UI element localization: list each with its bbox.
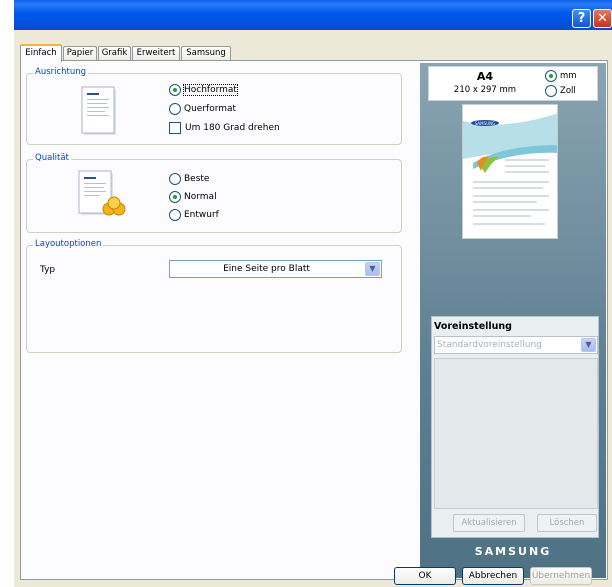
quality-best-radio[interactable]: Beste: [169, 173, 209, 185]
unit-mm-label: mm: [560, 71, 577, 81]
title-bar[interactable]: ? ✕: [14, 0, 612, 30]
preview-pane: A4 210 x 297 mm mm Zoll SAMSUNG Voreinst…: [420, 63, 606, 578]
tab-samsung[interactable]: Samsung: [181, 46, 231, 61]
presets-list[interactable]: [434, 358, 598, 509]
layout-type-value: Eine Seite pro Blatt: [223, 264, 310, 274]
quality-draft-label: Entwurf: [184, 210, 219, 220]
tab-grafik[interactable]: Grafik: [98, 46, 131, 61]
tab-panel-einfach: Ausrichtung Hochformat Querformat Um 180…: [20, 60, 608, 580]
radio-unselected-icon: [169, 103, 181, 115]
quality-page-icon: [78, 170, 126, 216]
presets-update-button[interactable]: Aktualisieren: [453, 514, 525, 532]
quality-best-label: Beste: [184, 174, 210, 184]
layout-options-group: Layoutoptionen Typ Eine Seite pro Blatt …: [26, 239, 402, 353]
quality-draft-radio[interactable]: Entwurf: [169, 209, 219, 221]
rotate-180-checkbox[interactable]: Um 180 Grad drehen: [169, 122, 280, 134]
preview-page-graphic: SAMSUNG: [463, 113, 557, 225]
preview-logo: SAMSUNG: [475, 121, 495, 126]
portrait-label: Hochformat: [183, 84, 238, 96]
radio-unselected-icon: [169, 209, 181, 221]
quality-normal-label: Normal: [184, 192, 217, 202]
checkbox-icon: [169, 122, 181, 134]
layout-type-select[interactable]: Eine Seite pro Blatt ▼: [169, 260, 382, 278]
paper-name: A4: [476, 70, 494, 83]
presets-group: Voreinstellung Standardvoreinstellung ▼ …: [431, 316, 599, 538]
print-settings-dialog: ? ✕ Einfach Papier Grafik Erweitert Sams…: [14, 0, 612, 587]
landscape-radio[interactable]: Querformat: [169, 103, 236, 115]
presets-delete-button[interactable]: Löschen: [537, 514, 597, 532]
help-button[interactable]: ?: [572, 9, 591, 28]
paper-dimensions: 210 x 297 mm: [453, 85, 517, 95]
orientation-group-title: Ausrichtung: [33, 67, 89, 77]
cancel-button[interactable]: Abbrechen: [462, 567, 524, 585]
portrait-page-icon: [81, 86, 116, 135]
radio-selected-icon: [545, 70, 557, 82]
paper-size-card: A4 210 x 297 mm mm Zoll: [428, 66, 598, 101]
landscape-label: Querformat: [184, 104, 237, 114]
orientation-group: Ausrichtung Hochformat Querformat Um 180…: [26, 67, 402, 145]
tab-papier[interactable]: Papier: [63, 46, 97, 61]
radio-unselected-icon: [169, 173, 181, 185]
portrait-radio[interactable]: Hochformat: [169, 84, 238, 96]
page-preview: SAMSUNG: [462, 104, 558, 239]
radio-selected-icon: [169, 84, 181, 96]
presets-value: Standardvoreinstellung: [437, 340, 542, 350]
layout-type-label: Typ: [40, 265, 56, 275]
apply-button[interactable]: Übernehmen: [530, 567, 592, 585]
presets-select[interactable]: Standardvoreinstellung ▼: [434, 336, 598, 354]
unit-inch-radio[interactable]: Zoll: [545, 85, 576, 97]
layout-options-group-title: Layoutoptionen: [33, 239, 104, 249]
rotate-180-label: Um 180 Grad drehen: [185, 123, 280, 133]
unit-inch-label: Zoll: [560, 86, 576, 96]
radio-selected-icon: [169, 191, 181, 203]
chevron-down-icon[interactable]: ▼: [581, 338, 596, 352]
presets-title: Voreinstellung: [434, 321, 512, 332]
unit-mm-radio[interactable]: mm: [545, 70, 577, 82]
quality-normal-radio[interactable]: Normal: [169, 191, 217, 203]
close-button[interactable]: ✕: [593, 9, 612, 28]
quality-group-title: Qualität: [33, 153, 71, 163]
ok-button[interactable]: OK: [394, 567, 456, 585]
chevron-down-icon[interactable]: ▼: [365, 262, 380, 276]
brand-logo: SAMSUNG: [474, 545, 552, 558]
quality-group: Qualität Beste Normal Entwurf: [26, 153, 402, 233]
tab-erweitert[interactable]: Erweitert: [132, 46, 180, 61]
radio-unselected-icon: [545, 85, 557, 97]
tab-einfach[interactable]: Einfach: [20, 44, 62, 62]
